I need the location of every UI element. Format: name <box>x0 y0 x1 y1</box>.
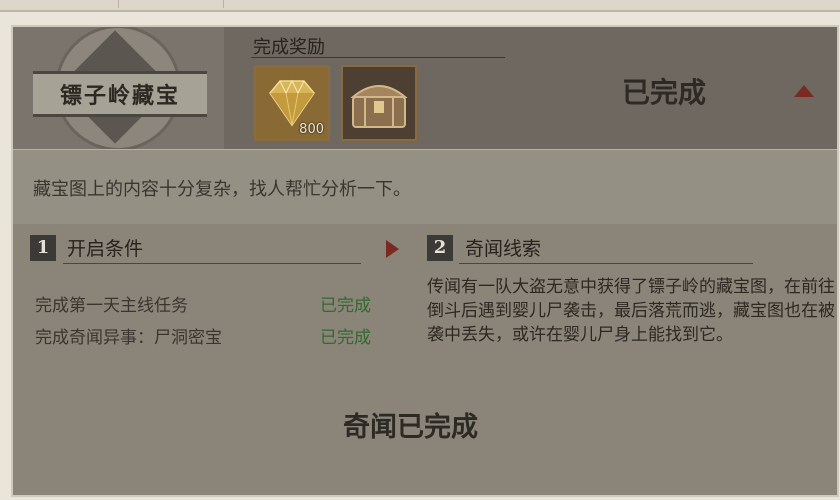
reward-item-chest[interactable] <box>341 65 417 141</box>
collapse-triangle-icon[interactable] <box>794 85 814 97</box>
reward-item-gem[interactable]: 800 <box>254 65 330 141</box>
section-divider <box>459 263 753 264</box>
condition-label: 完成奇闻异事：尸洞密宝 <box>35 328 222 348</box>
quest-status: 已完成 <box>622 76 707 109</box>
quest-panel: 镖子岭藏宝 完成奖励 800 已完成 藏宝图上的内容十分复杂，找人帮忙分析一下。… <box>11 25 839 497</box>
section-divider <box>63 263 361 264</box>
top-bar-segment <box>118 0 224 8</box>
section-title-clues: 奇闻线索 <box>465 238 542 260</box>
reward-quantity: 800 <box>299 122 324 137</box>
section-title-conditions: 开启条件 <box>67 238 144 260</box>
condition-label: 完成第一天主线任务 <box>35 296 188 316</box>
footer-status: 奇闻已完成 <box>343 412 478 443</box>
reward-divider <box>251 57 505 58</box>
quest-emblem: 镖子岭藏宝 <box>13 27 224 149</box>
condition-status: 已完成 <box>320 296 371 316</box>
quest-title: 镖子岭藏宝 <box>33 71 207 117</box>
quest-description: 藏宝图上的内容十分复杂，找人帮忙分析一下。 <box>33 179 411 200</box>
reward-label: 完成奖励 <box>253 37 325 58</box>
clue-text: 传闻有一队大盗无意中获得了镖子岭的藏宝图，在前往倒斗后遇到婴儿尸袭击，最后落荒而… <box>427 277 835 345</box>
quest-header: 镖子岭藏宝 完成奖励 800 已完成 <box>13 27 837 149</box>
section-number-1: 1 <box>30 235 56 261</box>
section-number-2: 2 <box>427 235 453 261</box>
treasure-chest-icon <box>350 85 408 128</box>
condition-status: 已完成 <box>320 328 371 348</box>
top-bar <box>0 0 840 12</box>
arrow-right-icon <box>386 240 399 258</box>
